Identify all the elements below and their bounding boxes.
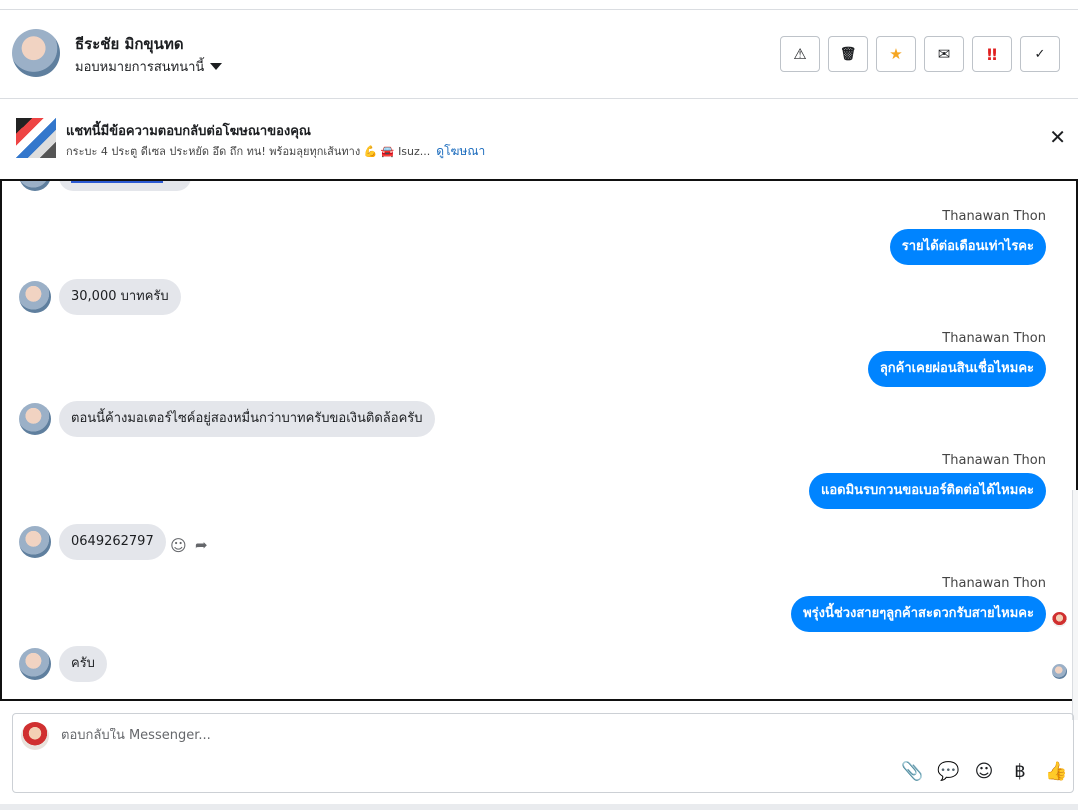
partial-incoming-bubble [59,181,191,191]
sender-name: Thanawan Thon [942,576,1046,591]
message-thread[interactable]: Thanawan Thon รายได้ต่อเดือนเท่าไรคะ 30,… [0,179,1078,701]
bottom-edge [0,804,1078,810]
conversation-header: ธีระชัย มิกขุนทด มอบหมายการสนทนานี้ ⚠ 🗑 … [0,10,1078,99]
mark-unread-button[interactable]: ✉ [924,36,964,72]
incoming-bubble[interactable]: ตอนนี้ค้างมอเตอร์ไซค์อยู่สองหมื่นกว่าบาท… [59,401,435,437]
ad-reply-banner: แชทนี้มีข้อความตอบกลับต่อโฆษณาของคุณ กระ… [0,99,1078,178]
delete-button[interactable]: 🗑 [828,36,868,72]
reply-input[interactable] [61,728,761,743]
outgoing-bubble[interactable]: พรุ่งนี้ช่วงสายๆลูกค้าสะดวกรับสายไหมคะ [791,596,1046,632]
banner-title: แชทนี้มีข้อความตอบกลับต่อโฆษณาของคุณ [66,124,311,139]
react-emoji-icon[interactable]: ☺ [170,536,187,555]
view-ad-link[interactable]: ดูโฆษณา [436,142,485,161]
header-actions: ⚠ 🗑 ★ ✉ ‼ ✓ [780,36,1060,72]
incoming-bubble[interactable]: ครับ [59,646,107,682]
caret-down-icon [210,63,223,70]
incoming-bubble[interactable]: 30,000 บาทครับ [59,279,181,315]
star-button[interactable]: ★ [876,36,916,72]
banner-subtitle: กระบะ 4 ประตู ดีเซล ประหยัด อึด ถึก ทน! … [66,145,431,158]
side-panel-edge [1072,490,1078,720]
like-icon[interactable]: 👍 [1045,761,1067,782]
double-exclamation-icon: ‼ [986,44,998,64]
close-icon[interactable]: ✕ [1049,127,1066,147]
reply-arrow-icon[interactable]: ➦ [195,536,208,554]
seen-by-admin-avatar [1052,612,1067,627]
contact-avatar-small [19,526,51,558]
sender-name: Thanawan Thon [942,331,1046,346]
outgoing-bubble[interactable]: แอดมินรบกวนขอเบอร์ติดต่อได้ไหมคะ [808,473,1046,509]
assign-label: มอบหมายการสนทนานี้ [75,60,205,75]
contact-name[interactable]: ธีระชัย มิกขุนทด [75,32,184,56]
attach-icon[interactable]: 📎 [901,761,923,782]
composer-tools: 📎 💬 ☺ ฿ 👍 [901,761,1067,782]
contact-avatar-small [19,648,51,680]
outgoing-bubble[interactable]: ลุกค้าเคยผ่อนสินเชื่อไหมคะ [867,351,1046,387]
saved-reply-icon[interactable]: 💬 [937,761,959,782]
assign-conversation-dropdown[interactable]: มอบหมายการสนทนานี้ [75,56,223,77]
message-composer: 📎 💬 ☺ ฿ 👍 [12,713,1074,793]
seen-by-contact-avatar [1052,664,1067,679]
contact-avatar[interactable] [12,29,60,77]
sender-name: Thanawan Thon [942,453,1046,468]
important-button[interactable]: ‼ [972,36,1012,72]
outgoing-bubble[interactable]: รายได้ต่อเดือนเท่าไรคะ [889,229,1046,265]
incoming-bubble[interactable]: 0649262797 [59,524,166,560]
envelope-icon: ✉ [937,45,951,63]
done-button[interactable]: ✓ [1020,36,1060,72]
star-icon: ★ [889,45,903,63]
page-avatar [21,722,49,750]
trash-icon: 🗑 [839,46,857,62]
contact-avatar-small [19,181,51,191]
contact-avatar-small [19,281,51,313]
top-divider [0,0,1078,10]
payment-icon[interactable]: ฿ [1009,761,1031,782]
banner-subtitle-row: กระบะ 4 ประตู ดีเซล ประหยัด อึด ถึก ทน! … [66,142,485,161]
emoji-icon[interactable]: ☺ [973,761,995,782]
ad-thumbnail [16,118,56,158]
check-icon: ✓ [1034,46,1046,62]
warning-icon: ⚠ [793,45,807,63]
report-button[interactable]: ⚠ [780,36,820,72]
contact-avatar-small [19,403,51,435]
sender-name: Thanawan Thon [942,209,1046,224]
